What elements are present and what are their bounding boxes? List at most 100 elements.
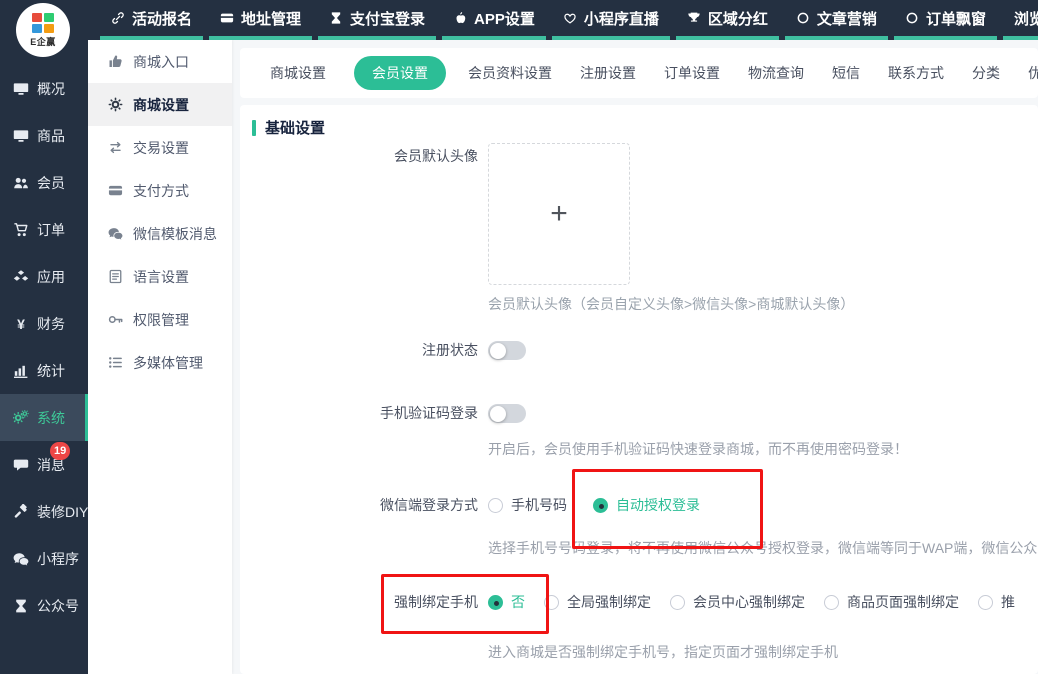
sidebar-item-label: 财务	[37, 314, 65, 334]
radio-option[interactable]: 会员中心强制绑定	[670, 592, 805, 612]
row-default-avatar: 会员默认头像 + 会员默认头像（会员自定义头像>微信头像>商城默认头像）	[240, 143, 1038, 314]
content-card: 基础设置 会员默认头像 + 会员默认头像（会员自定义头像>微信头像>商城默认头像…	[240, 105, 1038, 674]
field-label: 微信端登录方式	[240, 496, 478, 515]
topbar-menu-item[interactable]: 区域分红	[676, 0, 779, 40]
sidebar-item[interactable]: 统计	[0, 347, 88, 394]
topbar-menu-item-label: 文章营销	[817, 8, 877, 29]
topbar-menu-item[interactable]: 浏览轨迹	[1003, 0, 1038, 40]
submenu-item-label: 权限管理	[133, 310, 189, 330]
topbar-menu-item-label: 浏览轨迹	[1014, 8, 1038, 29]
sidebar-item[interactable]: 应用	[0, 253, 88, 300]
section-accent-bar	[252, 120, 256, 136]
topbar-menu-item[interactable]: APP设置	[442, 0, 546, 40]
key-icon	[107, 312, 123, 327]
radio-icon	[593, 498, 608, 513]
gavel-icon	[13, 504, 29, 520]
message-count-badge: 19	[50, 442, 70, 460]
sidebar-item-label: 公众号	[37, 596, 79, 616]
submenu-item[interactable]: 权限管理	[88, 298, 232, 341]
tab[interactable]: 会员资料设置	[468, 56, 552, 90]
radio-option[interactable]: 商品页面强制绑定	[824, 592, 959, 612]
submenu-item[interactable]: 语言设置	[88, 255, 232, 298]
toggle-knob-icon	[490, 343, 506, 359]
logo-mark-icon	[32, 13, 54, 33]
field-label: 强制绑定手机	[240, 593, 478, 612]
radio-option[interactable]: 全局强制绑定	[544, 592, 651, 612]
sidebar-item[interactable]: 系统	[0, 394, 88, 441]
tab[interactable]: 分类	[972, 56, 1000, 90]
radio-option[interactable]: 推	[978, 592, 1015, 612]
topbar-menu-item[interactable]: 小程序直播	[552, 0, 670, 40]
submenu-item-label: 多媒体管理	[133, 353, 203, 373]
desktop-icon	[13, 128, 29, 144]
submenu-item-label: 商城设置	[133, 95, 189, 115]
tab[interactable]: 商城设置	[270, 56, 326, 90]
radio-option[interactable]: 手机号码	[488, 495, 567, 515]
submenu-item[interactable]: 微信模板消息	[88, 212, 232, 255]
tab[interactable]: 物流查询	[748, 56, 804, 90]
submenu-item[interactable]: 商城入口	[88, 40, 232, 83]
sidebar-item[interactable]: 装修DIY	[0, 488, 88, 535]
hourglass-icon	[329, 11, 343, 25]
tab[interactable]: 会员设置	[354, 56, 446, 90]
section-header: 基础设置	[252, 117, 325, 138]
submenu-item[interactable]: 多媒体管理	[88, 341, 232, 384]
sidebar-item-label: 装修DIY	[37, 502, 88, 522]
avatar-upload-box[interactable]: +	[488, 143, 630, 285]
exchange-icon	[107, 140, 123, 155]
sidebar-item[interactable]: 公众号	[0, 582, 88, 629]
tab[interactable]: 短信	[832, 56, 860, 90]
secondary-sidebar: 商城入口 商城设置 交易设置 支付方式 微信模板消息 语言设置 权限管理 多媒体…	[88, 40, 232, 674]
submenu-item[interactable]: 交易设置	[88, 126, 232, 169]
field-label: 注册状态	[240, 341, 478, 360]
topbar-menu-item[interactable]: 文章营销	[785, 0, 888, 40]
sidebar-item[interactable]: 概况	[0, 65, 88, 112]
wechat-login-mode-hint: 选择手机号号码登录，将不再使用微信公众号授权登录，微信端等同于WAP端，微信公众…	[488, 538, 1038, 558]
app-logo[interactable]: E企赢	[16, 3, 70, 57]
radio-option[interactable]: 自动授权登录	[593, 495, 700, 515]
topbar-menu-item[interactable]: 订单飘窗	[894, 0, 997, 40]
sidebar-item-label: 会员	[37, 173, 65, 193]
address-card-icon	[107, 183, 123, 198]
topbar-menu-item-label: APP设置	[474, 8, 535, 29]
radio-option[interactable]: 否	[488, 592, 525, 612]
radio-icon	[544, 595, 559, 610]
sidebar-item[interactable]: 商品	[0, 112, 88, 159]
sidebar-item-label: 应用	[37, 267, 65, 287]
cart-icon	[13, 222, 29, 238]
register-status-toggle[interactable]	[488, 341, 526, 360]
sidebar-item[interactable]: 会员	[0, 159, 88, 206]
language-icon	[107, 269, 123, 284]
phone-code-login-toggle[interactable]	[488, 404, 526, 423]
circle-icon	[905, 11, 919, 25]
main-area: 商城设置会员设置会员资料设置注册设置订单设置物流查询短信联系方式分类 优惠券 基础…	[232, 40, 1038, 674]
field-label: 手机验证码登录	[240, 404, 478, 423]
topbar-menu-item[interactable]: 地址管理	[209, 0, 312, 40]
tab[interactable]: 注册设置	[580, 56, 636, 90]
gears-icon	[13, 410, 29, 426]
topbar-menu-item[interactable]: 支付宝登录	[318, 0, 436, 40]
topbar-menu-item[interactable]: 活动报名	[100, 0, 203, 40]
tab[interactable]: 订单设置	[664, 56, 720, 90]
sidebar-item[interactable]: ¥ 财务	[0, 300, 88, 347]
sidebar-item[interactable]: 消息 19	[0, 441, 88, 488]
link-icon	[111, 11, 125, 25]
topbar-menu-item-label: 小程序直播	[584, 8, 659, 29]
avatar-caption: 会员默认头像（会员自定义头像>微信头像>商城默认头像）	[488, 294, 854, 314]
row-register-status: 注册状态	[240, 341, 1038, 360]
yen-icon: ¥	[13, 316, 29, 332]
submenu-item[interactable]: 商城设置	[88, 83, 232, 126]
address-card-icon	[220, 11, 234, 25]
radio-icon	[670, 595, 685, 610]
topbar-menu: 活动报名 地址管理 支付宝登录 APP设置 小程序直播 区域分红 文章营销	[100, 0, 1038, 40]
tab[interactable]: 优惠券	[1028, 56, 1038, 90]
toggle-knob-icon	[490, 406, 506, 422]
submenu-item[interactable]: 支付方式	[88, 169, 232, 212]
radio-icon	[488, 595, 503, 610]
sidebar-item[interactable]: 订单	[0, 206, 88, 253]
sidebar-item[interactable]: 小程序	[0, 535, 88, 582]
svg-text:¥: ¥	[17, 316, 25, 332]
heart-icon	[563, 11, 577, 25]
radio-icon	[824, 595, 839, 610]
tab[interactable]: 联系方式	[888, 56, 944, 90]
